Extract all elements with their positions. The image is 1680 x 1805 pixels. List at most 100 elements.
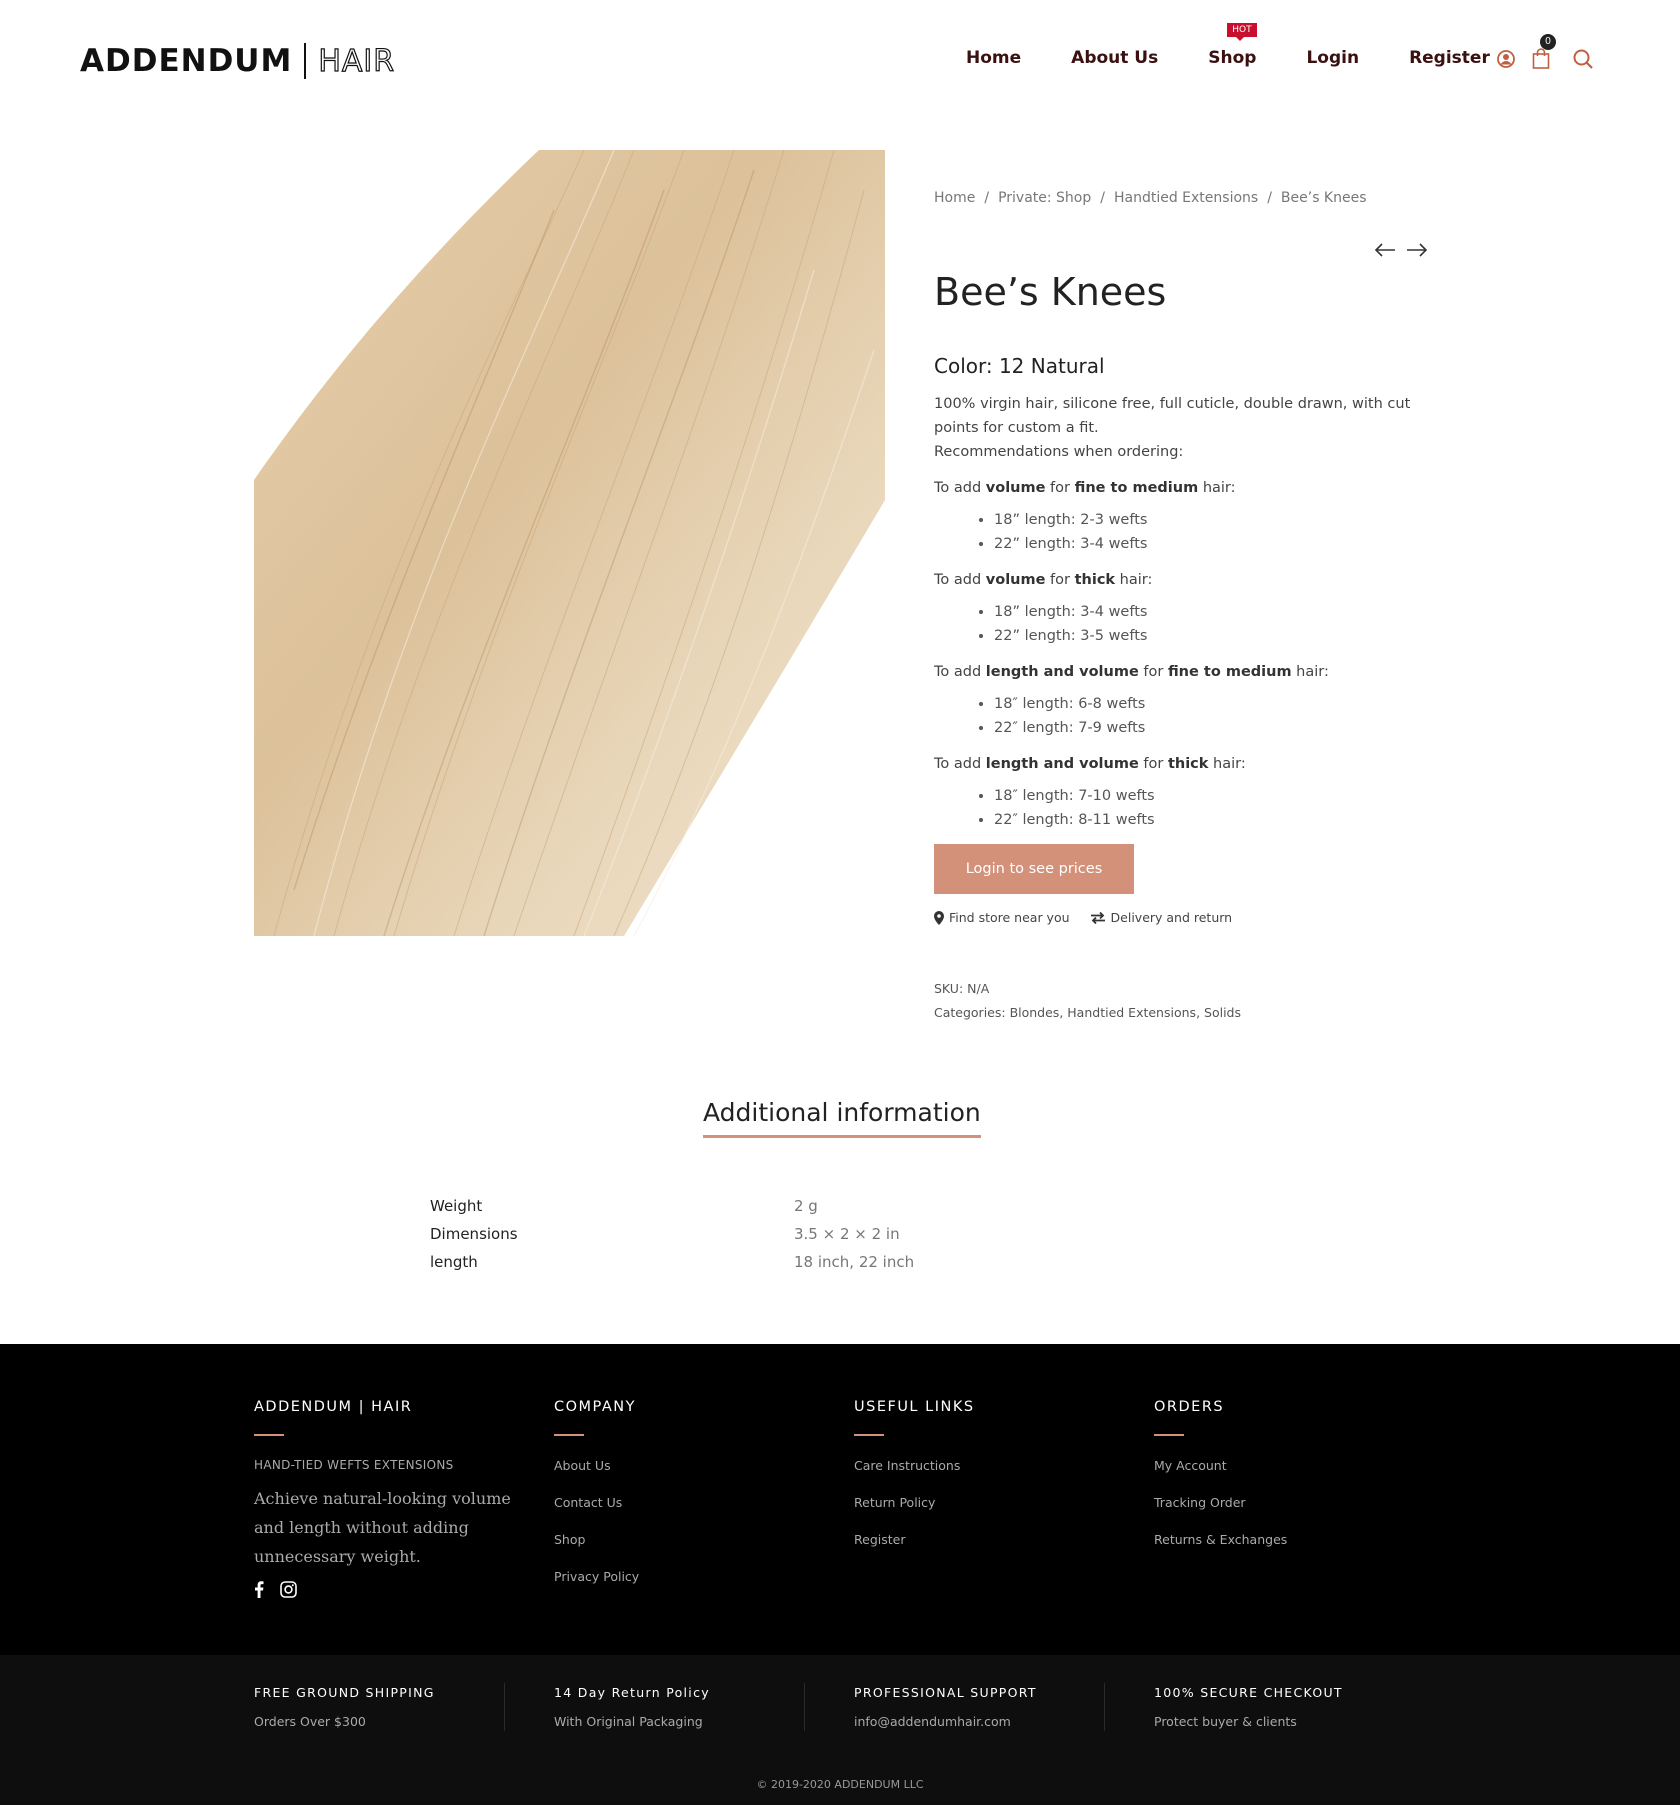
breadcrumb-separator: / — [1267, 190, 1272, 206]
feature-title: 100% SECURE CHECKOUT — [1154, 1685, 1343, 1700]
instagram-icon[interactable] — [280, 1581, 297, 1602]
exchange-icon — [1090, 911, 1105, 924]
recommendation-heading: To add volume for thick hair: — [934, 572, 1153, 588]
footer-brand-column: ADDENDUM | HAIR HAND-TIED WEFTS EXTENSIO… — [254, 1399, 534, 1602]
footer-link-contact-us[interactable]: Contact Us — [554, 1495, 834, 1532]
category-link[interactable]: Handtied Extensions — [1067, 1005, 1196, 1020]
cart-icon[interactable]: 0 — [1532, 34, 1556, 70]
list-item: 18” length: 2-3 wefts — [994, 508, 1434, 532]
nav-shop[interactable]: Shop HOT — [1208, 23, 1257, 68]
attributes-table: Weight 2 g Dimensions 3.5 × 2 × 2 in len… — [430, 1192, 914, 1276]
facebook-icon[interactable] — [254, 1581, 264, 1602]
recommendation-heading: To add volume for fine to medium hair: — [934, 480, 1236, 496]
categories-label: Categories: — [934, 1005, 1010, 1020]
site-logo[interactable]: ADDENDUM HAIR — [80, 42, 395, 80]
feature-subtitle: Orders Over $300 — [254, 1714, 366, 1729]
footer-useful-links-column: USEFUL LINKS Care Instructions Return Po… — [854, 1399, 1134, 1569]
login-to-see-prices-button[interactable]: Login to see prices — [934, 844, 1134, 894]
product-nav-arrows — [1374, 238, 1438, 263]
list-item: 22″ length: 8-11 wefts — [994, 808, 1434, 832]
nav-about-us[interactable]: About Us — [1071, 48, 1158, 68]
breadcrumb-separator: / — [1100, 190, 1105, 206]
divider — [504, 1683, 505, 1731]
list-item: 22” length: 3-5 wefts — [994, 624, 1434, 648]
footer-link-shop[interactable]: Shop — [554, 1532, 834, 1569]
footer-company-column: COMPANY About Us Contact Us Shop Privacy… — [554, 1399, 834, 1606]
footer-orders-column: ORDERS My Account Tracking Order Returns… — [1154, 1399, 1434, 1569]
footer-brand-blurb: Achieve natural-looking volume and lengt… — [254, 1489, 511, 1566]
product-extras: Find store near you Delivery and return — [934, 910, 1434, 925]
support-email-link[interactable]: info@addendumhair.com — [854, 1714, 1037, 1729]
find-store-label: Find store near you — [949, 910, 1070, 925]
recommendation-block: To add volume for thick hair: 18” length… — [934, 572, 1434, 648]
product-categories: Categories: Blondes, Handtied Extensions… — [934, 1005, 1241, 1020]
breadcrumb-home[interactable]: Home — [934, 190, 975, 206]
product-description: 100% virgin hair, silicone free, full cu… — [934, 392, 1434, 464]
product-sku: SKU: N/A — [934, 981, 990, 996]
header-icons: 0 — [1496, 34, 1612, 70]
footer-column-title: USEFUL LINKS — [854, 1399, 975, 1415]
category-link[interactable]: Blondes — [1010, 1005, 1060, 1020]
product-image[interactable] — [254, 150, 885, 936]
footer-link-care-instructions[interactable]: Care Instructions — [854, 1458, 1134, 1495]
divider — [804, 1683, 805, 1731]
breadcrumb-shop[interactable]: Private: Shop — [998, 190, 1091, 206]
feature-title: PROFESSIONAL SUPPORT — [854, 1685, 1037, 1700]
recommendations-heading: Recommendations when ordering: — [934, 444, 1184, 460]
recommendation-block: To add volume for fine to medium hair: 1… — [934, 480, 1434, 556]
footer-title-underline — [854, 1434, 884, 1436]
footer-column-title: ORDERS — [1154, 1399, 1225, 1415]
attribute-label: length — [430, 1253, 478, 1271]
main-nav: Home About Us Shop HOT Login Register — [966, 23, 1540, 68]
recommendation-heading: To add length and volume for thick hair: — [934, 756, 1246, 772]
nav-register[interactable]: Register — [1409, 48, 1490, 68]
feature-title: 14 Day Return Policy — [554, 1685, 710, 1700]
footer-title-underline — [554, 1434, 584, 1436]
prev-product-icon[interactable] — [1374, 238, 1396, 263]
footer-link-returns-exchanges[interactable]: Returns & Exchanges — [1154, 1532, 1434, 1569]
breadcrumb-separator: / — [984, 190, 990, 206]
logo-secondary: HAIR — [318, 43, 396, 79]
product-meta: SKU: N/A Categories: Blondes, Handtied E… — [934, 977, 1434, 1025]
search-icon[interactable] — [1572, 48, 1594, 70]
recommendation-block: To add length and volume for thick hair:… — [934, 756, 1434, 832]
attribute-label: Weight — [430, 1197, 483, 1215]
divider — [1104, 1683, 1105, 1731]
list-item: 18” length: 3-4 wefts — [994, 600, 1434, 624]
description-text: 100% virgin hair, silicone free, full cu… — [934, 396, 1411, 436]
account-icon[interactable] — [1496, 48, 1516, 70]
nav-login[interactable]: Login — [1306, 48, 1359, 68]
hot-badge: HOT — [1227, 23, 1257, 41]
list-item: 22” length: 3-4 wefts — [994, 532, 1434, 556]
footer-link-my-account[interactable]: My Account — [1154, 1458, 1434, 1495]
footer-link-tracking-order[interactable]: Tracking Order — [1154, 1495, 1434, 1532]
tab-additional-information[interactable]: Additional information — [703, 1098, 981, 1138]
footer-link-register[interactable]: Register — [854, 1532, 1134, 1569]
category-link[interactable]: Solids — [1204, 1005, 1241, 1020]
next-product-icon[interactable] — [1406, 238, 1428, 263]
recommendation-list: 18″ length: 6-8 wefts 22″ length: 7-9 we… — [994, 692, 1434, 740]
find-store-link[interactable]: Find store near you — [934, 910, 1070, 925]
product-summary: Home / Private: Shop / Handtied Extensio… — [934, 190, 1434, 1025]
recommendation-heading: To add length and volume for fine to med… — [934, 664, 1329, 680]
map-pin-icon — [934, 910, 944, 925]
feature-title: FREE GROUND SHIPPING — [254, 1685, 435, 1700]
site-footer: ADDENDUM | HAIR HAND-TIED WEFTS EXTENSIO… — [0, 1344, 1680, 1655]
nav-home[interactable]: Home — [966, 48, 1021, 68]
delivery-return-link[interactable]: Delivery and return — [1090, 910, 1232, 925]
footer-brand-title: ADDENDUM | HAIR — [254, 1399, 413, 1415]
breadcrumb-current: Bee’s Knees — [1280, 190, 1367, 206]
footer-link-privacy-policy[interactable]: Privacy Policy — [554, 1569, 834, 1606]
footer-title-underline — [1154, 1434, 1184, 1436]
recommendation-list: 18” length: 2-3 wefts 22” length: 3-4 we… — [994, 508, 1434, 556]
recommendation-list: 18” length: 3-4 wefts 22” length: 3-5 we… — [994, 600, 1434, 648]
table-row: length 18 inch, 22 inch — [430, 1248, 914, 1276]
breadcrumb: Home / Private: Shop / Handtied Extensio… — [934, 190, 1434, 206]
footer-link-return-policy[interactable]: Return Policy — [854, 1495, 1134, 1532]
attribute-value: 2 g — [794, 1197, 818, 1215]
footer-column-title: COMPANY — [554, 1399, 636, 1415]
logo-primary: ADDENDUM — [80, 43, 293, 79]
feature-subtitle: With Original Packaging — [554, 1714, 703, 1729]
footer-link-about-us[interactable]: About Us — [554, 1458, 834, 1495]
breadcrumb-category[interactable]: Handtied Extensions — [1114, 190, 1258, 206]
